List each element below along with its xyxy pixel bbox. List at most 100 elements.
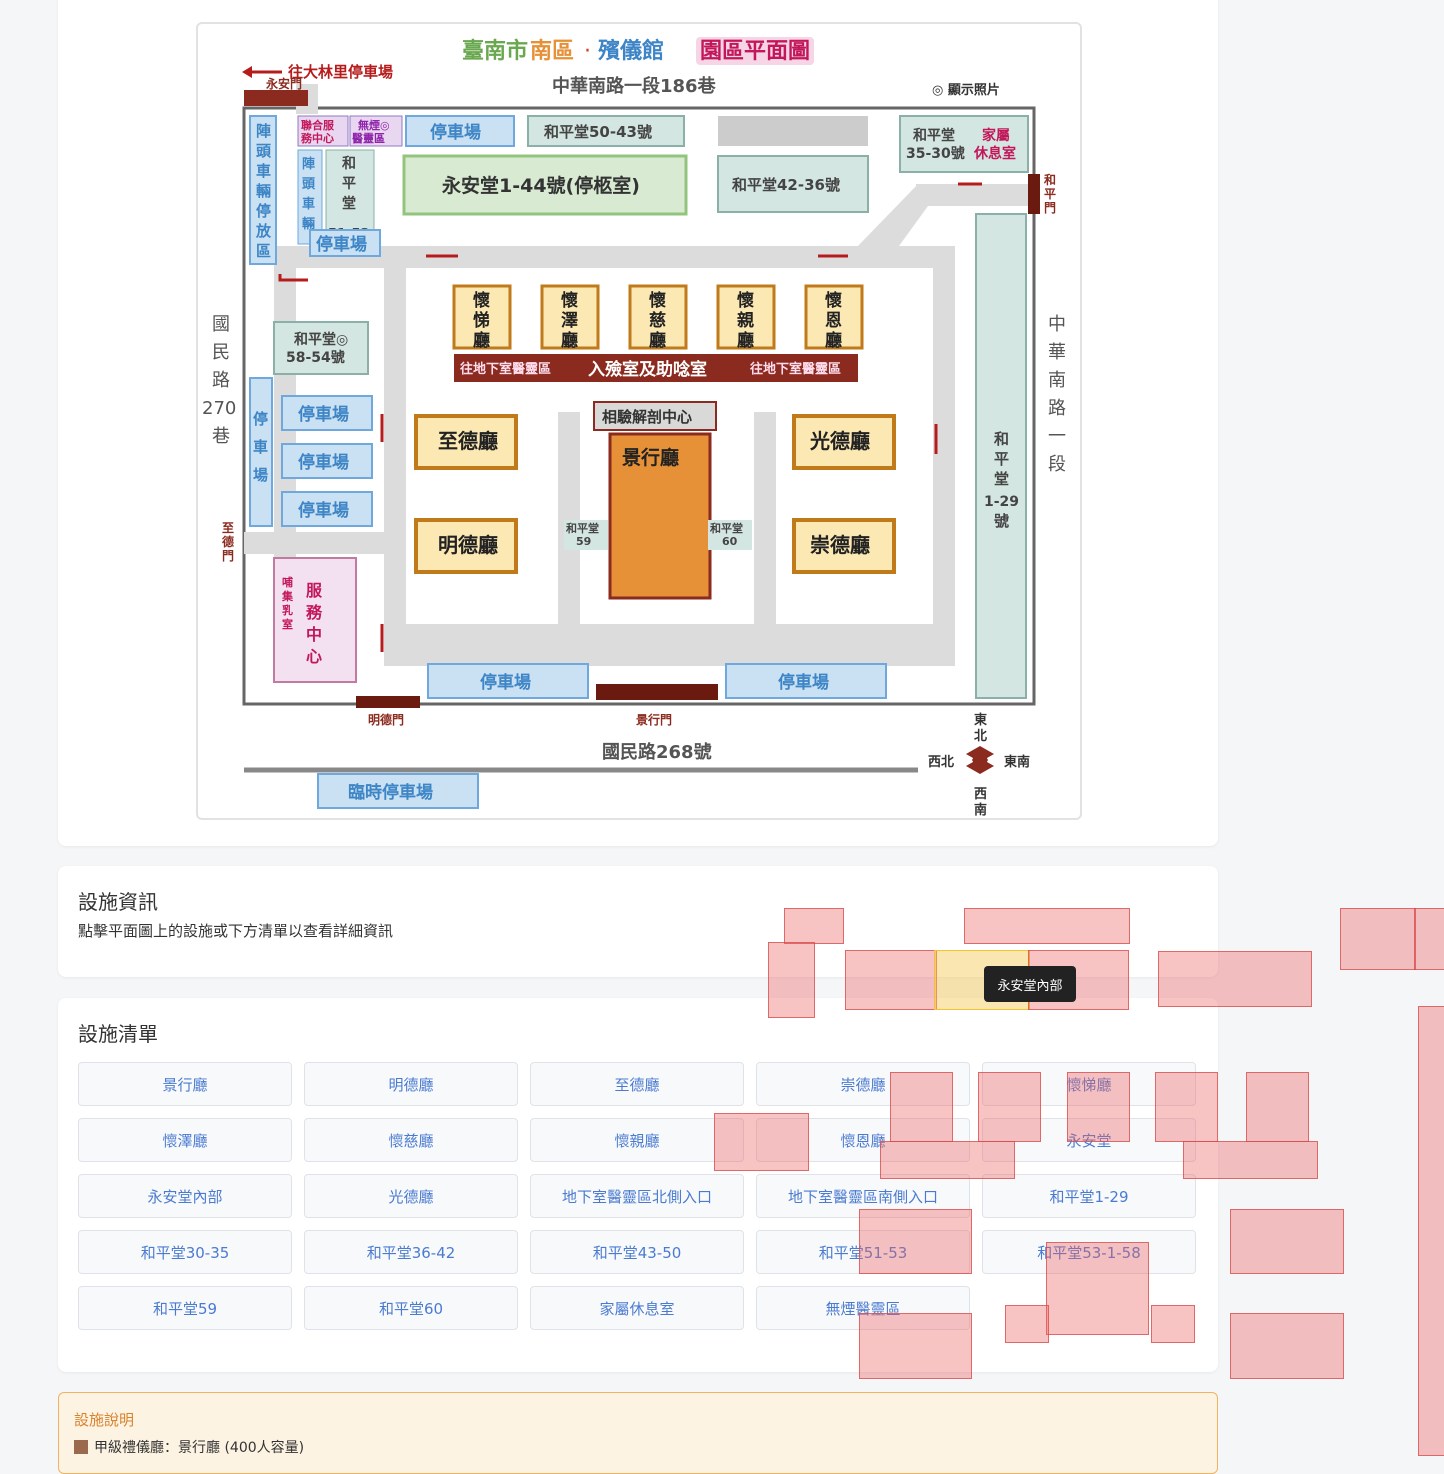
facility-list-title: 設施清單 (78, 1022, 158, 1046)
map-hotspot[interactable] (784, 908, 844, 944)
svg-text:車: 車 (256, 162, 271, 180)
svg-text:往地下室醫靈區: 往地下室醫靈區 (750, 361, 841, 377)
map-hotspot[interactable] (1183, 1141, 1318, 1179)
facility-info-title: 設施資訊 (78, 890, 158, 914)
map-hotspot[interactable] (859, 1313, 972, 1379)
map-hotspot[interactable] (1418, 1006, 1444, 1456)
gate-yongan: 永安門 (265, 76, 302, 91)
facility-button[interactable]: 和平堂60 (304, 1286, 518, 1330)
svg-text:門: 門 (222, 549, 234, 563)
svg-text:段: 段 (1048, 454, 1066, 475)
svg-text:廳: 廳 (825, 330, 842, 351)
svg-text:崇德廳: 崇德廳 (810, 533, 870, 557)
map-hotspot[interactable] (768, 942, 815, 1018)
map-hotspot[interactable] (1067, 1072, 1130, 1142)
svg-text:路: 路 (1048, 398, 1066, 419)
map-hotspot[interactable] (1414, 908, 1444, 970)
svg-text:廳: 廳 (561, 330, 578, 351)
svg-text:停車場: 停車場 (430, 122, 481, 143)
facility-button[interactable]: 和平堂30-35 (78, 1230, 292, 1274)
svg-text:廳: 廳 (737, 330, 754, 351)
svg-text:·: · (584, 39, 591, 64)
svg-text:58-54號: 58-54號 (286, 349, 345, 366)
facility-button[interactable]: 光德廳 (304, 1174, 518, 1218)
svg-text:和平堂50-43號: 和平堂50-43號 (544, 123, 652, 141)
svg-text:中: 中 (1048, 314, 1066, 335)
hotspot-tooltip: 永安堂內部 (984, 966, 1076, 1002)
map-hotspot[interactable] (1340, 908, 1416, 970)
svg-text:停車場: 停車場 (778, 672, 829, 693)
svg-text:停車場: 停車場 (298, 500, 349, 521)
svg-text:景行廳: 景行廳 (622, 446, 679, 469)
facility-button[interactable]: 和平堂36-42 (304, 1230, 518, 1274)
svg-text:中: 中 (306, 625, 322, 644)
map-hotspot[interactable] (1230, 1209, 1344, 1274)
map-hotspot[interactable] (1155, 1072, 1218, 1142)
svg-text:懷: 懷 (561, 290, 578, 311)
svg-text:堂: 堂 (342, 195, 356, 212)
map-hotspot[interactable] (964, 908, 1130, 944)
svg-text:1-29: 1-29 (984, 494, 1019, 510)
floor-plan-svg: 臺南市 南區 · 殯儀館 園區平面圖 中華南路一段186巷 ◎ 顯示照片 往大林… (202, 37, 1066, 818)
map-hotspot[interactable] (845, 950, 937, 1010)
facility-button[interactable]: 懷親廳 (530, 1118, 744, 1162)
svg-text:停車場: 停車場 (298, 452, 349, 473)
facility-button[interactable]: 和平堂43-50 (530, 1230, 744, 1274)
map-hotspot[interactable] (859, 1209, 972, 1274)
facility-button[interactable]: 和平堂1-29 (982, 1174, 1196, 1218)
map-title-district: 南區 (530, 39, 574, 64)
facility-button[interactable]: 永安堂內部 (78, 1174, 292, 1218)
legend-line: 甲級禮儀廳：景行廳 (400人容量) (94, 1440, 305, 1456)
svg-text:悌: 悌 (473, 310, 490, 331)
svg-text:和: 和 (994, 430, 1009, 448)
map-hotspot[interactable] (1158, 951, 1312, 1007)
facility-button[interactable]: 明德廳 (304, 1062, 518, 1106)
facility-button[interactable]: 懷澤廳 (78, 1118, 292, 1162)
svg-text:相驗解剖中心: 相驗解剖中心 (602, 408, 692, 426)
facility-button[interactable]: 至德廳 (530, 1062, 744, 1106)
svg-text:輛: 輛 (256, 182, 271, 200)
facility-button[interactable]: 家屬休息室 (530, 1286, 744, 1330)
map-title-venue: 殯儀館 (598, 38, 664, 64)
svg-text:東南: 東南 (1004, 754, 1030, 770)
facility-button[interactable]: 景行廳 (78, 1062, 292, 1106)
svg-text:停車場: 停車場 (298, 404, 349, 425)
svg-text:室: 室 (282, 617, 293, 631)
map-hotspot[interactable] (1046, 1242, 1149, 1335)
floor-plan-map: 臺南市 南區 · 殯儀館 園區平面圖 中華南路一段186巷 ◎ 顯示照片 往大林… (196, 22, 1082, 820)
map-hotspot[interactable] (1151, 1305, 1195, 1343)
svg-text:懷: 懷 (649, 290, 666, 311)
map-hotspot[interactable] (978, 1072, 1041, 1142)
svg-text:和平堂: 和平堂 (566, 521, 599, 535)
facility-button[interactable]: 和平堂59 (78, 1286, 292, 1330)
svg-text:廳: 廳 (473, 330, 490, 351)
svg-text:停: 停 (253, 410, 268, 428)
svg-text:停車場: 停車場 (480, 672, 531, 693)
svg-text:光德廳: 光德廳 (809, 429, 870, 453)
svg-text:車: 車 (253, 438, 268, 456)
map-hotspot[interactable] (890, 1072, 953, 1142)
svg-text:休息室: 休息室 (973, 145, 1016, 162)
svg-text:頭: 頭 (302, 177, 316, 192)
svg-text:平: 平 (1044, 187, 1056, 201)
map-hotspot[interactable] (880, 1141, 1015, 1179)
svg-text:南: 南 (1048, 370, 1066, 391)
svg-text:親: 親 (737, 310, 754, 331)
map-hotspot[interactable] (1246, 1072, 1309, 1142)
map-hotspot[interactable] (1005, 1305, 1049, 1343)
svg-text:至: 至 (222, 521, 234, 535)
svg-text:59: 59 (576, 535, 591, 548)
svg-text:號: 號 (994, 512, 1009, 530)
map-hotspot[interactable] (714, 1113, 809, 1171)
svg-text:車: 車 (302, 196, 315, 212)
facility-button[interactable]: 地下室醫靈區北側入口 (530, 1174, 744, 1218)
svg-text:無煙◎: 無煙◎ (358, 118, 390, 132)
svg-text:平: 平 (342, 176, 356, 192)
svg-text:懷: 懷 (825, 290, 842, 311)
map-hotspot[interactable] (1230, 1313, 1344, 1379)
svg-text:區: 區 (256, 242, 271, 260)
facility-button[interactable]: 懷慈廳 (304, 1118, 518, 1162)
compass-icon: 東 北 西北 東南 西 南 (928, 712, 1030, 818)
road-bottom-label: 國民路268號 (602, 741, 712, 763)
svg-text:平: 平 (994, 450, 1009, 468)
